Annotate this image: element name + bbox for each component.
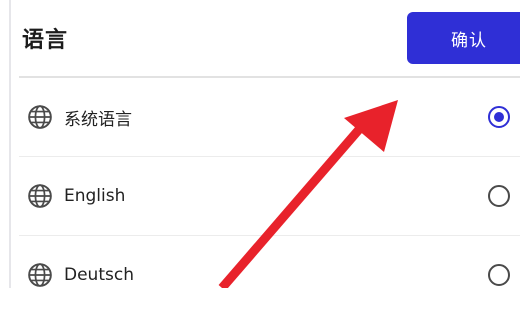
language-label: 系统语言	[64, 109, 132, 130]
globe-icon	[28, 105, 52, 129]
language-option-system[interactable]: 系统语言	[19, 78, 520, 157]
globe-icon	[28, 263, 52, 287]
language-label: Deutsch	[64, 265, 134, 285]
page-title: 语言	[22, 28, 69, 53]
globe-icon	[28, 184, 52, 208]
language-list: 系统语言 English Deutsch	[19, 78, 520, 314]
language-option-english[interactable]: English	[19, 157, 520, 236]
confirm-button[interactable]: 确认	[407, 12, 520, 64]
radio-button-selected[interactable]	[488, 106, 510, 128]
language-option-deutsch[interactable]: Deutsch	[19, 236, 520, 314]
radio-button[interactable]	[488, 264, 510, 286]
radio-button[interactable]	[488, 185, 510, 207]
language-label: English	[64, 186, 126, 206]
language-dialog-header: 语言 确认	[0, 0, 520, 76]
